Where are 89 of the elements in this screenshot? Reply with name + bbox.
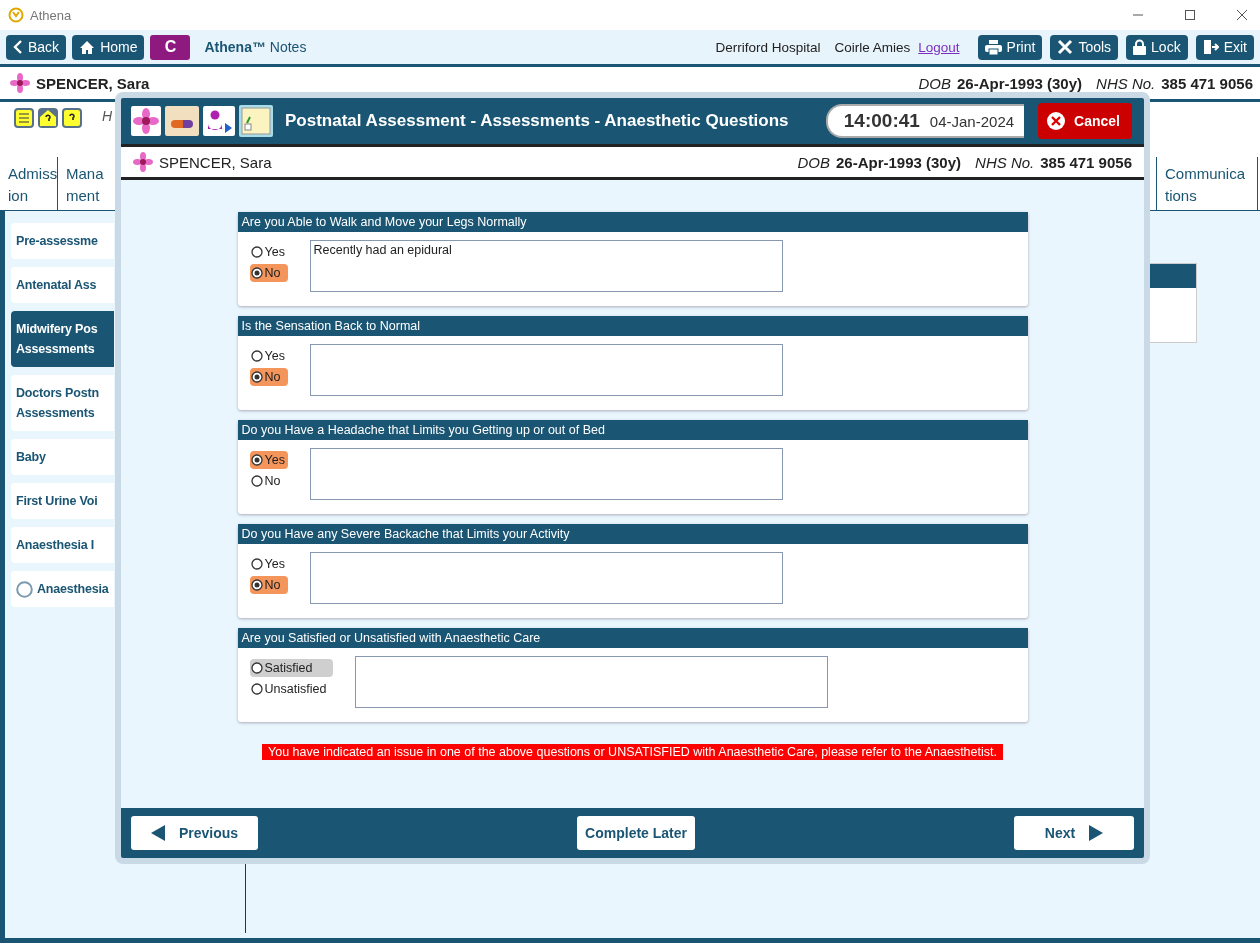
app-name: Athena™ Notes bbox=[204, 39, 307, 55]
nav-button[interactable]: Back bbox=[6, 34, 67, 60]
dialog-title: Postnatal Assessment - Assessments - Anaesthetic Questions bbox=[285, 111, 789, 131]
nhs-value: 385 471 9056 bbox=[1040, 153, 1132, 171]
dob-value: 26-Apr-1993 (30y) bbox=[836, 153, 962, 171]
radio-icon bbox=[250, 558, 263, 570]
toolbar-button[interactable]: Lock bbox=[1126, 34, 1188, 60]
datetime-display: 14:00:41 04-Jan-2024 bbox=[825, 104, 1025, 138]
flower-icon bbox=[10, 73, 30, 93]
printer-icon bbox=[984, 39, 1002, 55]
site-name: Derriford Hospital bbox=[715, 39, 821, 55]
question-title: Are you Satisfied or Unsatisfied with Anaesthetic Care bbox=[237, 628, 1028, 648]
radio-icon bbox=[250, 267, 263, 279]
radio-icon bbox=[250, 350, 263, 362]
logout-link[interactable]: Logout bbox=[918, 39, 960, 55]
nhs-label: NHS No. bbox=[1096, 74, 1156, 92]
patient-name: SPENCER, Sara bbox=[36, 74, 150, 92]
radio-option[interactable]: Satisfied bbox=[249, 659, 333, 677]
radio-option[interactable]: Yes bbox=[249, 347, 288, 365]
sidebar-item[interactable]: Anaesthesia I bbox=[11, 527, 114, 563]
complete-later-button[interactable]: Complete Later bbox=[577, 816, 696, 850]
radio-icon bbox=[250, 475, 263, 487]
nhs-label: NHS No. bbox=[975, 153, 1035, 171]
nhs-value: 385 471 9056 bbox=[1161, 74, 1253, 92]
question-title: Are you Able to Walk and Move your Legs Normally bbox=[237, 212, 1028, 232]
comment-field[interactable] bbox=[309, 448, 783, 500]
warning-message: You have indicated an issue in one of the above questions or UNSATISFIED with Anaesthetic Care, please refer to the Anaesthetist. bbox=[262, 744, 1003, 760]
close-icon bbox=[1046, 111, 1067, 131]
radio-option[interactable]: No bbox=[249, 576, 288, 594]
dob-label: DOB bbox=[797, 153, 830, 171]
triangle-right-icon bbox=[1089, 825, 1104, 841]
comment-field[interactable] bbox=[354, 656, 828, 708]
radio-icon bbox=[250, 662, 263, 674]
comment-field[interactable] bbox=[309, 344, 783, 396]
window-title: Athena bbox=[30, 7, 72, 23]
radio-option[interactable]: Yes bbox=[249, 555, 288, 573]
sidebar-item[interactable]: Baby bbox=[11, 439, 114, 475]
app-badge[interactable]: C bbox=[150, 34, 191, 60]
radio-icon bbox=[250, 371, 263, 383]
alert-question-icon[interactable] bbox=[62, 108, 82, 128]
radio-option[interactable]: No bbox=[249, 472, 288, 490]
radio-option[interactable]: No bbox=[249, 368, 288, 386]
home-icon bbox=[79, 39, 96, 55]
tab[interactable]: Admiss ion bbox=[0, 157, 58, 210]
patient-name: SPENCER, Sara bbox=[159, 153, 272, 171]
sidebar-item[interactable]: Anaesthesia bbox=[11, 571, 114, 607]
dob-label: DOB bbox=[918, 74, 951, 92]
radio-option[interactable]: Yes bbox=[249, 451, 288, 469]
radio-option[interactable]: Yes bbox=[249, 243, 288, 261]
comment-field[interactable] bbox=[309, 552, 783, 604]
nav-button[interactable]: Home bbox=[72, 34, 145, 60]
radio-icon bbox=[250, 454, 263, 466]
lock-icon bbox=[1133, 39, 1147, 55]
toolbar-button[interactable]: Tools bbox=[1050, 34, 1119, 60]
alert-home-icon[interactable] bbox=[38, 108, 58, 128]
exit-door-icon bbox=[1202, 39, 1219, 55]
radio-option[interactable]: Unsatisfied bbox=[249, 680, 333, 698]
triangle-left-icon bbox=[151, 825, 165, 841]
chevron-left-icon bbox=[13, 40, 23, 54]
sidebar-item[interactable]: Doctors Postn Assessments bbox=[11, 375, 114, 431]
question-title: Is the Sensation Back to Normal bbox=[237, 316, 1028, 336]
radio-option[interactable]: No bbox=[249, 264, 288, 282]
toolbar-button[interactable]: Print bbox=[977, 34, 1043, 60]
sidebar-item[interactable]: First Urine Voi bbox=[11, 483, 114, 519]
radio-icon bbox=[16, 580, 33, 598]
radio-icon bbox=[250, 683, 263, 695]
capsule-icon[interactable] bbox=[165, 106, 199, 136]
sidebar-item[interactable]: Midwifery Pos Assessments bbox=[11, 311, 114, 367]
alert-note: H bbox=[102, 108, 113, 124]
close-icon[interactable] bbox=[1236, 9, 1248, 21]
question-title: Do you Have any Severe Backache that Limits your Activity bbox=[237, 524, 1028, 544]
flower-icon bbox=[133, 152, 153, 172]
comment-field[interactable]: Recently had an epidural bbox=[309, 240, 783, 292]
app-logo-icon bbox=[8, 7, 24, 23]
user-name: Coirle Amies bbox=[834, 39, 911, 55]
sidebar-item[interactable]: Pre-assessme bbox=[11, 223, 114, 259]
alert-list-icon[interactable] bbox=[14, 108, 34, 128]
maximize-icon[interactable] bbox=[1184, 9, 1196, 21]
previous-button[interactable]: Previous bbox=[131, 816, 259, 850]
sidebar-item[interactable]: Antenatal Ass bbox=[11, 267, 114, 303]
question-title: Do you Have a Headache that Limits you Getting up or out of Bed bbox=[237, 420, 1028, 440]
flower-icon[interactable] bbox=[131, 106, 161, 136]
tab[interactable]: Communica tions bbox=[1156, 157, 1258, 210]
dob-value: 26-Apr-1993 (30y) bbox=[957, 74, 1083, 92]
toolbar-button[interactable]: Exit bbox=[1195, 34, 1254, 60]
radio-icon bbox=[250, 246, 263, 258]
cancel-button[interactable]: Cancel bbox=[1038, 103, 1132, 139]
radio-icon bbox=[250, 579, 263, 591]
next-button[interactable]: Next bbox=[1014, 816, 1134, 850]
